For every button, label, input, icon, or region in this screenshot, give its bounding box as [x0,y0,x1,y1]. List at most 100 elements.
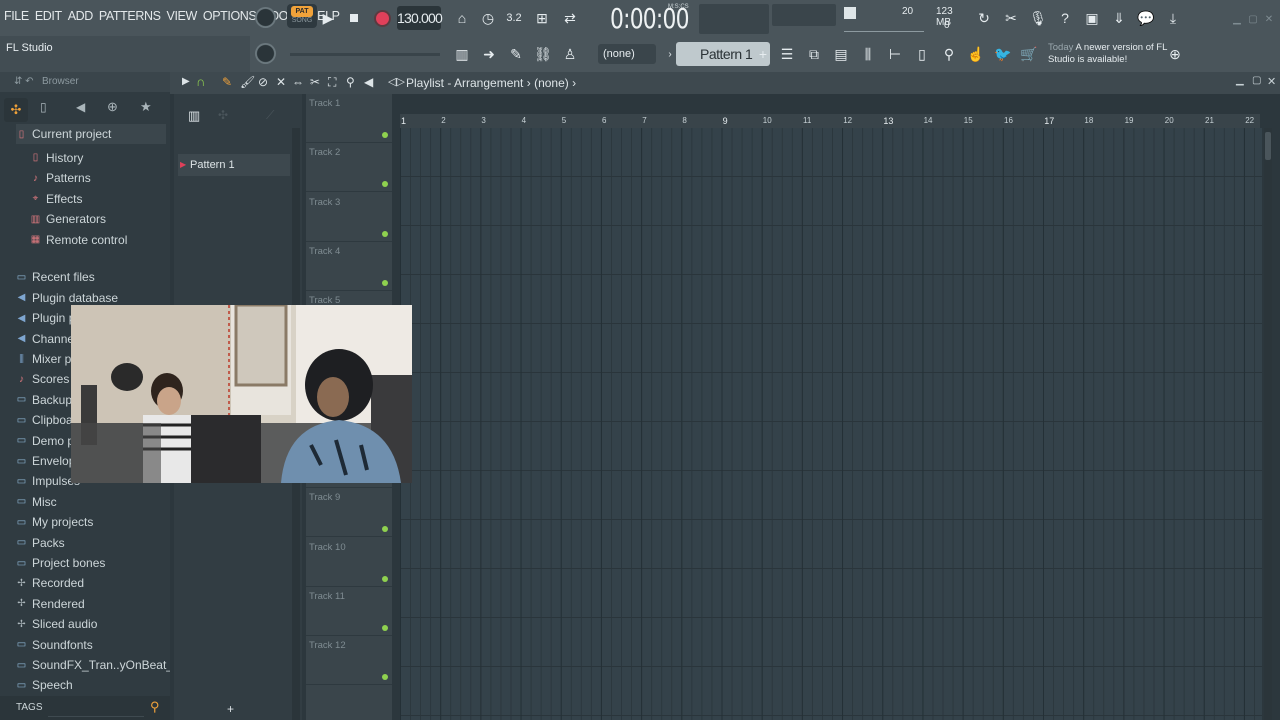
track-header[interactable]: Track 2 [306,143,392,193]
paint-tool-icon[interactable]: 🖌 [240,75,255,89]
browser-item[interactable]: ▦ Remote control [30,230,128,250]
delete-tool-icon[interactable]: ⊘ [258,75,268,89]
mute-tool-icon[interactable]: ✕ [276,75,286,89]
snap-forward-button[interactable]: ➜ [478,43,500,65]
step-edit-button[interactable]: ⊞ [531,7,553,29]
browser-item[interactable]: ▭ Misc [16,492,57,512]
menu-file[interactable]: FILE [4,9,29,23]
playlist-grid[interactable] [400,128,1262,720]
browser-item[interactable]: ▭ Packs [16,533,65,553]
magnet-icon[interactable]: ∩ [196,74,205,89]
pattern-clip-item[interactable]: Pattern 1 [178,154,290,176]
mic-button[interactable]: 🎙 [1027,7,1049,29]
tab-plugin-database[interactable]: ◀ [76,100,85,114]
track-active-led[interactable] [382,526,388,533]
pitch-knob[interactable] [255,43,276,64]
playlist-maximize-icon[interactable]: ▢ [1252,75,1261,86]
track-header[interactable]: Track 12 [306,636,392,686]
plugin-picker-button[interactable]: ⚲ [938,43,960,65]
playback-tool-icon[interactable]: ◀ [364,75,373,89]
browser-item[interactable]: ▭ SoundFX_Tran..yOnBeat_com [16,655,196,675]
menu-view[interactable]: VIEW [167,9,198,23]
track-active-led[interactable] [382,279,388,286]
countdown-button[interactable]: 3.2 [503,7,525,29]
track-header[interactable]: Track 10 [306,538,392,587]
track-active-led[interactable] [382,230,388,237]
record-button[interactable] [371,7,393,29]
track-header[interactable]: Track 9 [306,488,392,538]
browser-item[interactable]: ▭ Backup [16,390,72,410]
track-header[interactable]: Track 3 [306,193,392,242]
menu-patterns[interactable]: PATTERNS [99,9,161,23]
playlist-scroll-thumb[interactable] [1265,132,1271,160]
loop-record-button[interactable]: ⇄ [559,7,581,29]
render-button[interactable]: ⇓ [1108,7,1130,29]
browser-item[interactable]: ▥ Generators [30,209,106,229]
browser-button[interactable]: ⊢ [884,43,906,65]
track-header[interactable]: Track 11 [306,587,392,636]
tab-current-project[interactable]: ▯ [40,100,47,114]
piano-roll-button[interactable]: ▥ [451,43,473,65]
snap-select[interactable]: (none) [598,44,656,64]
browser-item[interactable]: ▭ Soundfonts [16,635,93,655]
menu-options[interactable]: OPTIONS [203,9,257,23]
tempo-display[interactable]: 130.000 [397,6,443,30]
browser-item[interactable]: ▯ Current project [16,124,166,144]
news-globe-button[interactable]: ⊕ [1164,43,1186,65]
metronome-button[interactable]: ⌂ [451,7,473,29]
tab-all[interactable]: ✣ [4,98,28,122]
play-button[interactable]: ▶ [317,7,339,29]
master-pitch-slider[interactable] [290,53,440,56]
browser-item[interactable]: ⌖ Effects [30,189,83,209]
channel-rack-button[interactable]: ⧉ [803,43,825,65]
undo-button[interactable]: ↻ [973,7,995,29]
playlist-close-icon[interactable]: ✕ [1267,75,1276,88]
track-active-led[interactable] [382,181,388,188]
menu-edit[interactable]: EDIT [35,9,62,23]
link-button[interactable]: ⛓ [532,43,554,65]
browser-item[interactable]: ▭ Recent files [16,267,95,287]
playlist-button[interactable]: ☰ [776,43,798,65]
browser-item[interactable]: ✢ Sliced audio [16,614,97,634]
mixer-sliders-button[interactable]: ⫼ [857,43,879,65]
add-track-bottom-button[interactable]: + [227,702,234,716]
help-button[interactable]: ? [1054,7,1076,29]
download-button[interactable]: ⤓ [1162,7,1184,29]
pat-song-toggle[interactable]: PAT SONG [287,4,317,28]
shop-button[interactable]: 🛒 [1018,43,1040,65]
track-active-led[interactable] [382,575,388,582]
piano-icon[interactable]: ▥ [188,108,200,124]
stop-button[interactable] [343,7,365,29]
browser-item[interactable]: ♪ Patterns [30,168,91,188]
chat-button[interactable]: 💬 [1135,7,1157,29]
add-pattern-button[interactable]: + [752,43,774,65]
playlist-menu-arrow[interactable]: ▶ [182,76,190,87]
wait-record-button[interactable]: ◷ [477,7,499,29]
playlist-scrollbar[interactable] [1264,128,1272,720]
search-icon[interactable]: ⚲ [150,699,160,715]
cut-button[interactable]: ✂ [1000,7,1022,29]
browser-item[interactable]: ▯ History [30,148,84,168]
touch-controller-button[interactable]: ☝ [965,43,987,65]
track-active-led[interactable] [382,674,388,681]
browser-item[interactable]: ▭ Speech [16,675,73,695]
pencil-tool-icon[interactable]: ✎ [222,75,232,89]
master-volume-knob[interactable] [255,7,276,28]
project-button[interactable]: ▯ [911,43,933,65]
track-header[interactable]: Track 1 [306,94,392,143]
window-close-button[interactable]: ✕ [1258,8,1280,30]
news-panel[interactable]: Today A newer version of FL Studio is av… [1048,42,1183,66]
video-button[interactable]: 🐦 [992,43,1014,65]
menu-add[interactable]: ADD [68,9,94,23]
track-header[interactable]: Track 4 [306,242,392,291]
track-active-led[interactable] [382,625,388,631]
save-button[interactable]: ▣ [1081,7,1103,29]
tags-input[interactable] [48,699,144,717]
browser-item[interactable]: ♪ Scores [16,369,69,389]
browser-item[interactable]: ✢ Recorded [16,573,84,593]
stamp-button[interactable]: ♙ [559,43,581,65]
timeline-ruler[interactable]: 1 2 3 4 5 6 7 8 9 10 11 12 13 14 15 16 17 18 19 20 21 22 [400,114,1260,128]
browser-item[interactable]: ✢ Rendered [16,594,84,614]
browser-item[interactable]: ▭ My projects [16,512,94,532]
tab-favorites[interactable]: ★ [140,99,152,115]
